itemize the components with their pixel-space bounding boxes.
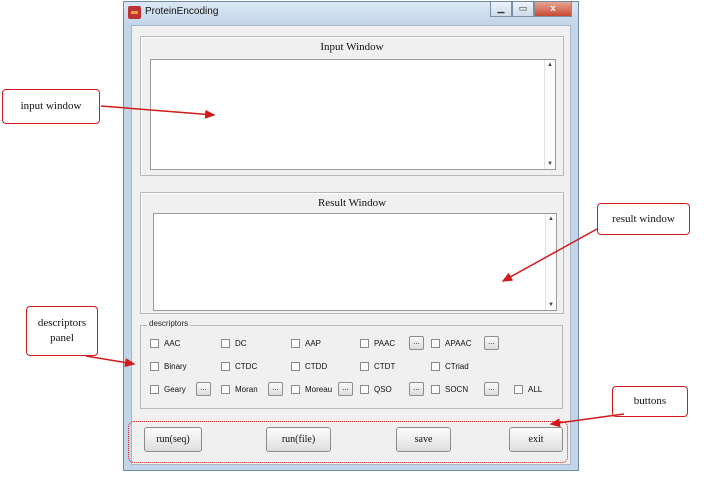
arrow-descriptors-panel — [85, 355, 136, 367]
arrow-buttons — [549, 413, 625, 428]
arrow-result-window — [501, 228, 598, 282]
annotation-arrows — [85, 105, 625, 428]
arrow-input-window — [100, 105, 216, 119]
